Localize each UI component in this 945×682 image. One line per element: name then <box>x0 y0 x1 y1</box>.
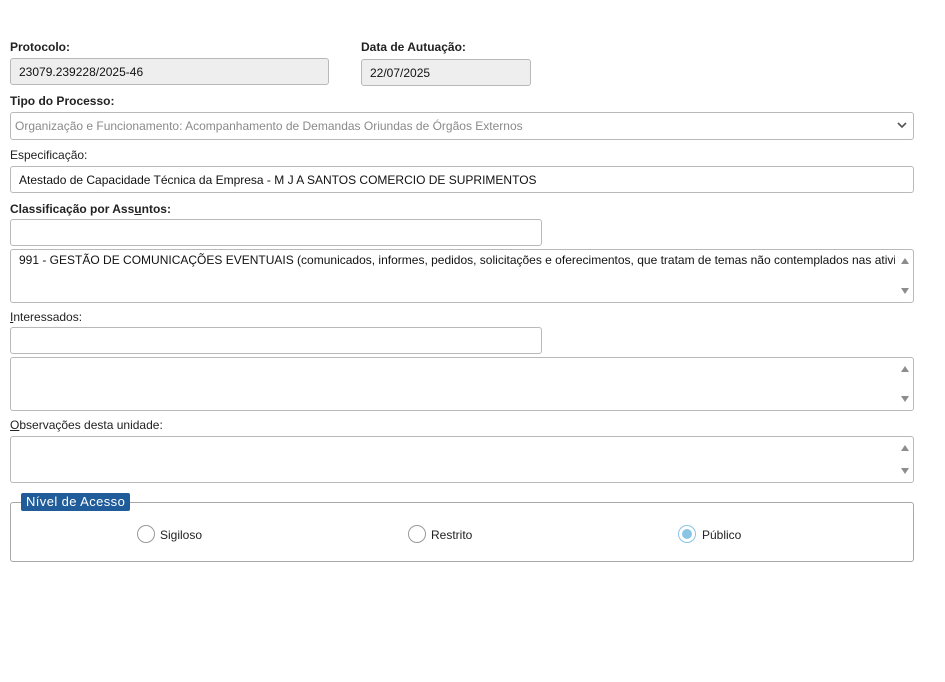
tipo-processo-label: Tipo do Processo: <box>10 94 115 108</box>
nivel-acesso-legend: Nível de Acesso <box>21 493 131 511</box>
data-autuacao-value: 22/07/2025 <box>370 65 431 80</box>
tipo-processo-value: Organização e Funcionamento: Acompanhame… <box>15 119 523 133</box>
especificacao-input[interactable]: Atestado de Capacidade Técnica da Empres… <box>10 166 914 193</box>
radio-sigiloso[interactable] <box>137 525 155 543</box>
classificacao-label: Classificação por Assuntos: <box>10 202 171 216</box>
observacoes-label: Observações desta unidade: <box>10 418 163 432</box>
scroll-up-icon[interactable] <box>901 445 909 451</box>
scroll-down-icon[interactable] <box>901 468 909 474</box>
protocolo-label: Protocolo: <box>10 40 70 54</box>
classificacao-search-input[interactable] <box>10 219 542 246</box>
scroll-down-icon[interactable] <box>901 396 909 402</box>
scroll-up-icon[interactable] <box>901 366 909 372</box>
data-autuacao-label: Data de Autuação: <box>361 40 466 54</box>
scroll-down-icon[interactable] <box>901 288 909 294</box>
radio-restrito[interactable] <box>408 525 426 543</box>
interessados-list[interactable] <box>10 357 914 411</box>
chevron-down-icon <box>897 122 907 129</box>
especificacao-value: Atestado de Capacidade Técnica da Empres… <box>19 172 537 187</box>
radio-restrito-label[interactable]: Restrito <box>431 528 472 542</box>
protocolo-value: 23079.239228/2025-46 <box>19 64 144 79</box>
tipo-processo-select[interactable]: Organização e Funcionamento: Acompanhame… <box>10 112 914 140</box>
interessados-search-input[interactable] <box>10 327 542 354</box>
scroll-up-icon[interactable] <box>901 258 909 264</box>
classificacao-list-item[interactable]: 991 - GESTÃO DE COMUNICAÇÕES EVENTUAIS (… <box>19 252 895 268</box>
interessados-label: Interessados: <box>10 310 83 324</box>
radio-publico[interactable] <box>678 525 696 543</box>
radio-publico-label[interactable]: Público <box>702 528 741 542</box>
observacoes-textarea[interactable] <box>10 436 914 483</box>
protocolo-field[interactable]: 23079.239228/2025-46 <box>10 58 329 85</box>
classificacao-list[interactable]: 991 - GESTÃO DE COMUNICAÇÕES EVENTUAIS (… <box>10 249 914 303</box>
data-autuacao-field[interactable]: 22/07/2025 <box>361 59 531 86</box>
radio-sigiloso-label[interactable]: Sigiloso <box>160 528 202 542</box>
especificacao-label: Especificação: <box>10 148 88 162</box>
